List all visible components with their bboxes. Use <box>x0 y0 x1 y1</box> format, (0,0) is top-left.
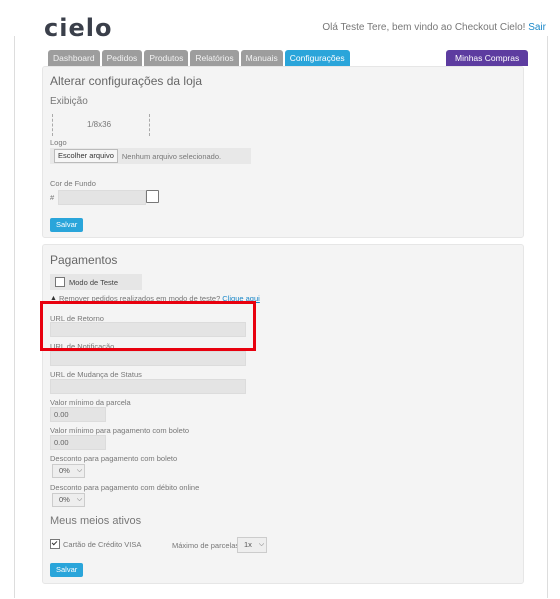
tab-dashboard[interactable]: Dashboard <box>48 50 100 66</box>
discount-boleto-label: Desconto para pagamento com boleto <box>50 454 178 463</box>
store-settings-title: Alterar configurações da loja <box>50 74 203 88</box>
discount-online-value: 0% <box>59 495 70 504</box>
test-mode-label: Modo de Teste <box>69 277 119 287</box>
payments-save-button[interactable]: Salvar <box>50 563 84 577</box>
discount-online-label: Desconto para pagamento com débito onlin… <box>50 483 200 492</box>
min-boleto-input[interactable]: 0.00 <box>50 435 106 450</box>
logout-link[interactable]: Sair <box>528 22 546 33</box>
status-url-label: URL de Mudança de Status <box>50 370 142 379</box>
test-mode-checkbox[interactable] <box>55 277 65 287</box>
tab-produtos[interactable]: Produtos <box>144 50 189 66</box>
max-parcels-value: 1x <box>244 540 252 549</box>
min-parcel-label: Valor mínimo da parcela <box>50 398 131 407</box>
discount-boleto-value: 0% <box>59 466 70 475</box>
tab-manuais[interactable]: Manuais <box>240 50 283 66</box>
methods-title: Meus meios ativos <box>50 515 142 527</box>
visa-checkbox[interactable] <box>50 539 60 549</box>
highlight-box <box>40 301 256 351</box>
section-exibicao: Exibição <box>50 96 88 107</box>
discount-online-select[interactable]: 0% ⌵ <box>52 493 86 507</box>
tab-configuracoes[interactable]: Configurações <box>284 50 350 66</box>
logo-file-input[interactable]: Escolher arquivo Nenhum arquivo selecion… <box>50 148 251 164</box>
discount-boleto-select[interactable]: 0% ⌵ <box>52 464 86 478</box>
max-parcels-label: Máximo de parcelas <box>172 541 240 550</box>
chevron-down-icon: ⌵ <box>258 541 265 548</box>
payments-title: Pagamentos <box>50 253 118 267</box>
status-url-input[interactable] <box>50 379 246 394</box>
bgcolor-input[interactable] <box>58 190 146 205</box>
tab-pedidos[interactable]: Pedidos <box>101 50 143 66</box>
chevron-down-icon: ⌵ <box>76 467 83 474</box>
bgcolor-hash: # <box>50 193 55 202</box>
tab-relatorios[interactable]: Relatórios <box>190 50 239 66</box>
logo-preview: 1/8x36 <box>52 114 150 136</box>
visa-method[interactable]: Cartão de Crédito VISA <box>50 539 141 549</box>
chevron-down-icon: ⌵ <box>76 496 83 503</box>
visa-label: Cartão de Crédito VISA <box>63 539 142 549</box>
main-tabs: Dashboard Pedidos Produtos Relatórios Ma… <box>48 50 350 66</box>
file-status-text: Nenhum arquivo selecionado. <box>121 151 222 161</box>
min-boleto-label: Valor mínimo para pagamento com boleto <box>50 426 190 435</box>
logo-label: Logo <box>50 138 67 147</box>
min-parcel-input[interactable]: 0.00 <box>50 407 106 422</box>
notify-url-input[interactable] <box>50 351 246 366</box>
logo-size-text: 1/8x36 <box>87 120 112 129</box>
greeting-text: Olá Teste Tere, bem vindo ao Checkout Ci… <box>322 22 526 33</box>
minhas-compras-button[interactable]: Minhas Compras <box>446 50 529 66</box>
bgcolor-label: Cor de Fundo <box>50 179 96 188</box>
max-parcels-select[interactable]: 1x ⌵ <box>237 537 268 553</box>
color-picker-swatch[interactable] <box>146 190 159 203</box>
test-mode-toggle[interactable]: Modo de Teste <box>50 274 142 290</box>
greeting-bar: Olá Teste Tere, bem vindo ao Checkout Ci… <box>322 22 546 33</box>
store-save-button[interactable]: Salvar <box>50 218 84 232</box>
choose-file-button[interactable]: Escolher arquivo <box>54 149 118 163</box>
